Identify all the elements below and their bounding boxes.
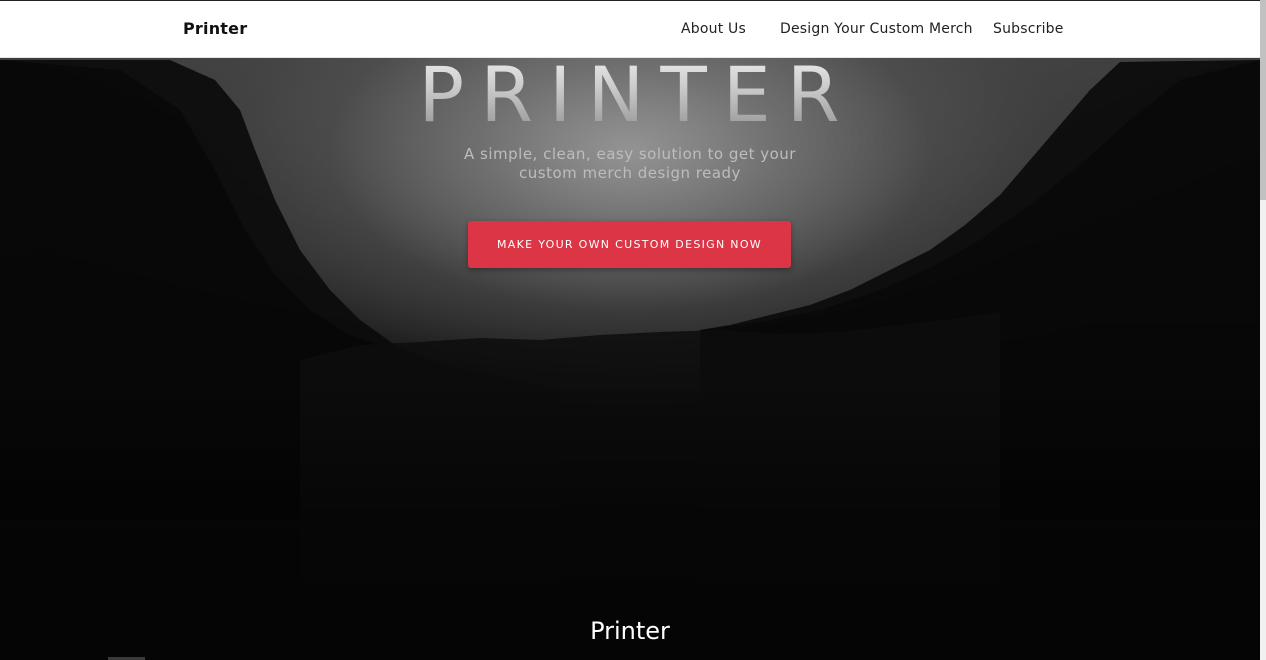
nav-link-subscribe[interactable]: Subscribe xyxy=(993,21,1064,37)
custom-design-cta-button[interactable]: MAKE YOUR OWN CUSTOM DESIGN NOW xyxy=(468,221,791,268)
nav-link-about-us[interactable]: About Us xyxy=(681,21,746,37)
hero-subtitle: A simple, clean, easy solution to get yo… xyxy=(464,145,796,182)
scrollbar-thumb[interactable] xyxy=(1260,0,1266,200)
footer-title: Printer xyxy=(590,617,670,645)
nav-link-design-custom-merch[interactable]: Design Your Custom Merch xyxy=(780,21,973,37)
hero-title: PRINTER xyxy=(0,50,1260,139)
page: PRINTER A simple, clean, easy solution t… xyxy=(0,0,1266,660)
vertical-scrollbar[interactable] xyxy=(1260,0,1266,660)
navbar: Printer About Us Design Your Custom Merc… xyxy=(0,0,1260,58)
brand-logo[interactable]: Printer xyxy=(183,19,247,38)
